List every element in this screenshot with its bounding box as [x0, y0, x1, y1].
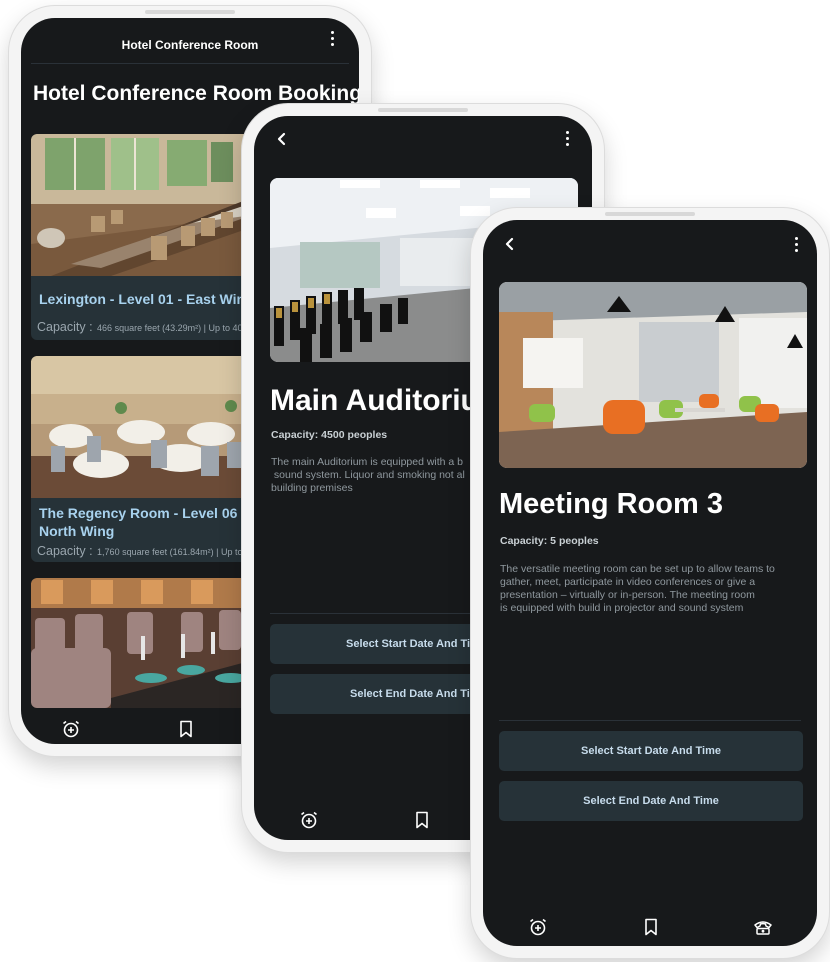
alarm-add-icon[interactable] [61, 719, 81, 739]
content-divider [499, 720, 801, 721]
bookmark-icon[interactable] [412, 810, 432, 830]
room-title: Main Auditorium [270, 384, 490, 417]
room-card-regency[interactable]: The Regency Room - Level 06 - North Wing… [31, 356, 261, 562]
phone-icon[interactable] [753, 917, 773, 937]
select-start-date-label: Select Start Date And Time [346, 638, 486, 650]
bookmark-icon[interactable] [176, 719, 196, 739]
select-end-date-button[interactable]: Select End Date And Time [499, 781, 803, 821]
alarm-add-icon[interactable] [299, 810, 319, 830]
phone-notch [145, 10, 235, 14]
capacity-value: 466 square feet (43.29m²) | Up to 40 peo… [97, 323, 261, 333]
select-end-date-label: Select End Date And Time [350, 688, 486, 700]
room-photo-meeting [499, 282, 807, 468]
more-options-icon[interactable] [325, 30, 341, 48]
description-line-4: is equipped with build in projector and … [500, 602, 744, 614]
room-capacity: Capacity : 466 square feet (43.29m²) | U… [37, 318, 261, 336]
app-title: Hotel Conference Room [121, 38, 259, 52]
description-line-2: sound system. Liquor and smoking not al [271, 469, 465, 481]
room-name: Lexington - Level 01 - East Wing [39, 291, 254, 307]
room-card-lexington[interactable]: Lexington - Level 01 - East Wing Capacit… [31, 134, 261, 340]
page-heading: Hotel Conference Room Booking [33, 82, 359, 105]
room-photo-dining [31, 578, 261, 708]
description-line-3: building premises [271, 482, 353, 494]
room-capacity: Capacity: 4500 peoples [271, 429, 388, 441]
capacity-label: Capacity : [37, 544, 93, 558]
phone-notch [605, 212, 695, 216]
room-capacity: Capacity: 5 peoples [500, 535, 599, 547]
more-options-icon[interactable] [560, 130, 576, 148]
room-photo-regency [31, 356, 261, 498]
back-arrow-icon[interactable] [502, 236, 518, 252]
content-divider [270, 613, 490, 614]
room-name: The Regency Room - Level 06 - [39, 505, 246, 521]
room-title: Meeting Room 3 [499, 488, 723, 520]
description-line-2: gather, meet, participate in video confe… [500, 576, 756, 588]
capacity-label: Capacity : [37, 320, 93, 334]
more-options-icon[interactable] [789, 236, 805, 254]
phone-notch [378, 108, 468, 112]
room-photo-lexington [31, 134, 261, 276]
select-start-date-button[interactable]: Select Start Date And Time [499, 731, 803, 771]
capacity-value: 1,760 square feet (161.84m²) | Up to 150… [97, 547, 261, 557]
select-end-date-button[interactable]: Select End Date And Time [270, 674, 500, 714]
description-line-1: The main Auditorium is equipped with a b [271, 456, 464, 468]
room-capacity: Capacity : 1,760 square feet (161.84m²) … [37, 542, 261, 560]
room-name-line2: North Wing [39, 523, 115, 539]
description-line-3: presentation – virtually or in-person. T… [500, 589, 755, 601]
phone-meeting-room-3: Meeting Room 3 Capacity: 5 peoples The v… [471, 208, 829, 958]
description-clip: The main Auditorium is equipped with a b… [271, 456, 481, 504]
select-start-date-button[interactable]: Select Start Date And Time [270, 624, 500, 664]
title-clip: Main Auditorium [270, 384, 490, 426]
header-divider [31, 63, 349, 64]
alarm-add-icon[interactable] [528, 917, 548, 937]
bookmark-icon[interactable] [641, 917, 661, 937]
screen-meeting-room-3: Meeting Room 3 Capacity: 5 peoples The v… [483, 220, 817, 946]
back-arrow-icon[interactable] [274, 131, 290, 147]
room-card-dining[interactable] [31, 578, 261, 708]
description-line-1: The versatile meeting room can be set up… [500, 563, 775, 575]
